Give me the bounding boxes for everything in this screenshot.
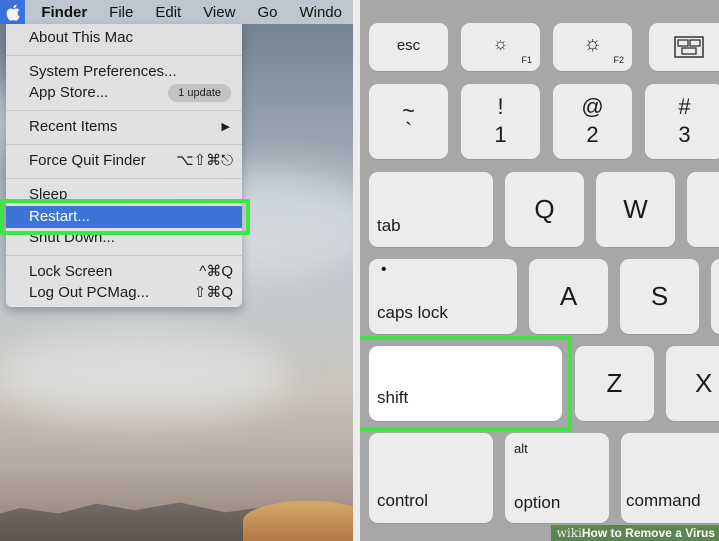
key-command[interactable]: command — [621, 433, 719, 523]
caps-lock-indicator-icon: • — [381, 261, 387, 278]
key-s[interactable]: S — [620, 259, 699, 334]
key-label: W — [623, 194, 648, 224]
key-label: tab — [377, 216, 401, 235]
key-z[interactable]: Z — [575, 346, 654, 421]
apple-logo-icon — [6, 4, 20, 21]
key-label-bottom: 2 — [586, 122, 599, 147]
keyboard-shortcut: ^⌘Q — [199, 263, 233, 280]
menu-item-system-preferences[interactable]: System Preferences... — [6, 61, 242, 83]
menu-item-recent-items[interactable]: Recent Items ▶ — [6, 116, 242, 138]
menu-item-log-out[interactable]: Log Out PCMag... ⇧⌘Q — [6, 282, 242, 304]
key-label: S — [650, 281, 669, 311]
menu-item-label: About This Mac — [29, 29, 133, 46]
key-control[interactable]: control — [369, 433, 493, 523]
key-2[interactable]: @ 2 — [553, 84, 632, 159]
menu-separator — [6, 255, 242, 256]
menu-item-label: App Store... — [29, 84, 109, 101]
key-label-top: ! — [497, 94, 504, 119]
key-label: command — [626, 491, 701, 510]
menu-view[interactable]: View — [192, 4, 246, 21]
key-label-bottom: 1 — [494, 122, 507, 147]
key-label-top: # — [678, 94, 691, 119]
key-a[interactable]: A — [529, 259, 608, 334]
key-option[interactable]: alt option — [505, 433, 609, 523]
restart-highlight-box — [0, 199, 250, 235]
menu-go[interactable]: Go — [246, 4, 288, 21]
key-w[interactable]: W — [596, 172, 675, 247]
watermark-brand: wiki — [556, 526, 582, 540]
menu-item-label: Log Out PCMag... — [29, 284, 150, 301]
menu-item-label: Recent Items — [29, 118, 118, 135]
key-label: control — [377, 491, 429, 510]
menu-window[interactable]: Windo — [288, 4, 353, 21]
wikihow-watermark: wikiHow to Remove a Virus — [550, 525, 719, 541]
menu-finder[interactable]: Finder — [25, 4, 98, 21]
key-label: F2 — [613, 55, 624, 65]
key-label: X — [695, 368, 713, 398]
key-label-bottom: 3 — [678, 122, 691, 147]
key-tab[interactable]: tab — [369, 172, 493, 247]
key-label: esc — [396, 37, 421, 54]
key-q[interactable]: Q — [505, 172, 584, 247]
key-label: Q — [534, 194, 555, 224]
key-esc[interactable]: esc — [369, 23, 448, 71]
key-f2[interactable]: ☼ F2 — [553, 23, 632, 71]
panel-divider — [353, 0, 360, 541]
key-label: option — [514, 493, 561, 512]
key-label: F1 — [521, 55, 532, 65]
menu-item-force-quit[interactable]: Force Quit Finder ⌥⇧⌘⎋ — [6, 150, 242, 172]
menu-item-lock-screen[interactable]: Lock Screen ^⌘Q — [6, 261, 242, 283]
key-3[interactable]: # 3 — [645, 84, 719, 159]
menu-item-label: Force Quit Finder — [29, 152, 146, 169]
key-label: A — [559, 281, 578, 311]
brightness-up-icon: ☼ — [582, 32, 603, 55]
key-label-alt: alt — [514, 441, 528, 456]
key-1[interactable]: ! 1 — [461, 84, 540, 159]
mac-desktop-panel: Finder File Edit View Go Windo About Thi… — [0, 0, 353, 541]
mission-control-icon — [674, 36, 704, 58]
key-x[interactable]: X — [666, 346, 719, 421]
key-label-bottom: ` — [404, 118, 413, 143]
key-f1[interactable]: ☼ F1 — [461, 23, 540, 71]
shift-highlight-box — [360, 336, 572, 431]
menu-item-app-store[interactable]: App Store... 1 update — [6, 82, 242, 104]
menu-item-label: Lock Screen — [29, 263, 113, 280]
key-label: Z — [606, 368, 623, 398]
key-f3[interactable] — [649, 23, 719, 71]
menu-separator — [6, 110, 242, 111]
menu-separator — [6, 144, 242, 145]
menu-file[interactable]: File — [98, 4, 144, 21]
menu-item-about[interactable]: About This Mac — [6, 27, 242, 49]
apple-dropdown-menu: About This Mac System Preferences... App… — [6, 24, 242, 307]
menu-separator — [6, 55, 242, 56]
key-label-top: @ — [581, 94, 604, 119]
keyboard-shortcut: ⇧⌘Q — [193, 284, 233, 301]
key-caps-lock[interactable]: • caps lock — [369, 259, 517, 334]
menu-separator — [6, 178, 242, 179]
watermark-title: How to Remove a Virus — [581, 526, 715, 540]
key-d[interactable] — [711, 259, 719, 334]
key-label: caps lock — [377, 303, 448, 322]
submenu-arrow-icon: ▶ — [221, 121, 230, 133]
menu-edit[interactable]: Edit — [144, 4, 192, 21]
apple-menu-button[interactable] — [0, 0, 26, 24]
cloud — [0, 330, 290, 420]
keyboard-shortcut: ⌥⇧⌘⎋ — [176, 152, 233, 169]
menu-item-label: System Preferences... — [29, 63, 177, 80]
menu-bar: Finder File Edit View Go Windo — [0, 0, 353, 24]
key-e[interactable] — [687, 172, 719, 247]
keyboard-panel: esc ☼ F1 ☼ F2 ~ ` ! 1 @ 2 # 3 tab Q W • … — [360, 0, 719, 541]
brightness-down-icon: ☼ — [492, 34, 509, 53]
key-tilde[interactable]: ~ ` — [369, 84, 448, 159]
desert-dune — [243, 501, 353, 541]
update-badge: 1 update — [168, 84, 231, 102]
